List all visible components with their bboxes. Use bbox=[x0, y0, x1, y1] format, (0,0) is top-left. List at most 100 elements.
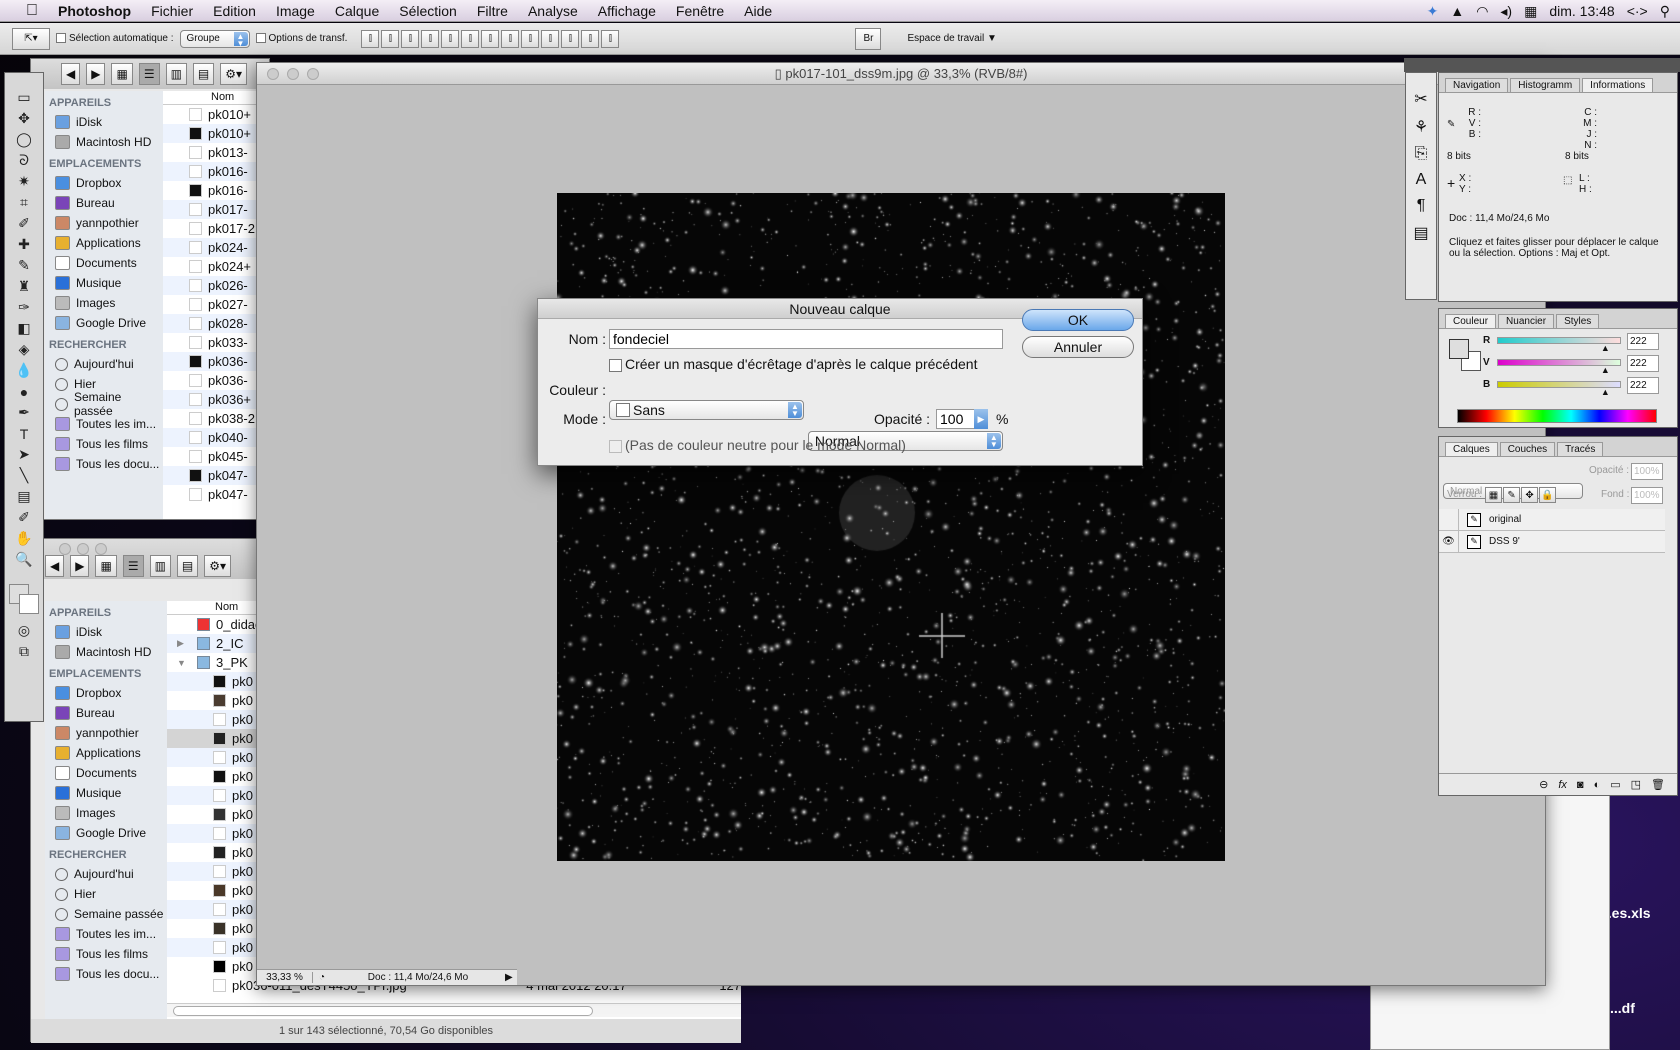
visibility-toggle[interactable] bbox=[1439, 508, 1459, 531]
file-row[interactable]: pk024+ bbox=[163, 257, 271, 276]
align-distribute-button[interactable]: ⫿ bbox=[461, 29, 480, 48]
sidebar-item[interactable]: Aujourd'hui bbox=[45, 864, 167, 884]
back-button[interactable]: ◀ bbox=[61, 63, 81, 85]
file-row[interactable]: pk040- bbox=[163, 428, 271, 447]
sidebar-item[interactable]: Images bbox=[45, 293, 163, 313]
layer-comps-icon[interactable]: ▤ bbox=[1413, 223, 1428, 243]
line-tool-icon[interactable]: ╲ bbox=[10, 465, 38, 486]
align-distribute-button[interactable]: ⫿ bbox=[581, 29, 600, 48]
sidebar-item[interactable]: Tous les films bbox=[45, 434, 163, 454]
desktop-file-pdf[interactable]: ...df bbox=[1610, 1000, 1635, 1016]
file-row[interactable]: pk017- bbox=[163, 200, 271, 219]
file-row[interactable]: pk038-2 bbox=[163, 409, 271, 428]
align-distribute-button[interactable]: ⫿ bbox=[421, 29, 440, 48]
layer-row[interactable]: 👁 ✎ DSS 9' bbox=[1439, 530, 1665, 553]
align-distribute-button[interactable]: ⫿ bbox=[381, 29, 400, 48]
menu-7[interactable]: Affichage bbox=[588, 3, 666, 19]
slider-thumb[interactable]: ▲ bbox=[1601, 365, 1610, 375]
paint-bucket-tool-icon[interactable]: ◈ bbox=[10, 339, 38, 360]
spotlight-icon[interactable]: ⚲ bbox=[1660, 3, 1670, 20]
menu-3[interactable]: Calque bbox=[325, 3, 389, 19]
eraser-tool-icon[interactable]: ◧ bbox=[10, 318, 38, 339]
menu-6[interactable]: Analyse bbox=[518, 3, 588, 19]
file-row[interactable]: pk028- bbox=[163, 314, 271, 333]
sidebar-item[interactable]: Google Drive bbox=[45, 823, 167, 843]
menu-app[interactable]: Photoshop bbox=[48, 3, 141, 19]
clock[interactable]: dim. 13:48 bbox=[1549, 3, 1614, 19]
auto-select-dropdown[interactable]: Groupe ▲ ▼ bbox=[179, 29, 250, 48]
opacity-slider-button[interactable]: ▶ bbox=[974, 409, 988, 429]
back-button[interactable]: ◀ bbox=[45, 555, 65, 577]
sidebar-item[interactable]: Aujourd'hui bbox=[45, 354, 163, 374]
sidebar-item[interactable]: Images bbox=[45, 803, 167, 823]
auto-select-checkbox[interactable]: Sélection automatique : bbox=[56, 33, 174, 44]
new-group-icon[interactable]: ▭ bbox=[1610, 778, 1620, 791]
file-row[interactable]: pk036- bbox=[163, 352, 271, 371]
panel-tab[interactable]: Informations bbox=[1582, 78, 1654, 92]
align-distribute-button[interactable]: ⫿ bbox=[441, 29, 460, 48]
sidebar-item[interactable]: yannpothier bbox=[45, 723, 167, 743]
eye-icon[interactable]: 👁 bbox=[1439, 530, 1459, 553]
sidebar-item[interactable]: Google Drive bbox=[45, 313, 163, 333]
clone-icon[interactable]: ⎘ bbox=[1415, 145, 1428, 163]
zoom-button[interactable] bbox=[307, 68, 319, 80]
column-header-name[interactable]: Nom bbox=[163, 91, 271, 105]
panel-tab[interactable]: Navigation bbox=[1445, 78, 1509, 92]
rectangle-marquee-tool-icon[interactable]: ▭ bbox=[10, 87, 38, 108]
file-row[interactable]: pk047- bbox=[163, 485, 271, 504]
sidebar-item[interactable]: yannpothier bbox=[45, 213, 163, 233]
lasso-tool-icon[interactable]: ᘐ bbox=[10, 150, 38, 171]
transform-checkbox[interactable]: Options de transf. bbox=[255, 33, 347, 44]
sidebar-item[interactable]: Toutes les im... bbox=[45, 414, 163, 434]
status-icon[interactable]: ◔ bbox=[313, 972, 331, 983]
image-canvas[interactable] bbox=[557, 193, 1225, 861]
menu-8[interactable]: Fenêtre bbox=[666, 3, 734, 19]
sidebar-item[interactable]: Tous les docu... bbox=[45, 454, 163, 474]
slider-thumb[interactable]: ▲ bbox=[1601, 387, 1610, 397]
type-tool-icon[interactable]: T bbox=[10, 423, 38, 444]
menu-9[interactable]: Aide bbox=[734, 3, 782, 19]
document-titlebar[interactable]: ▯ pk017-101_dss9m.jpg @ 33,3% (RVB/8#) bbox=[257, 63, 1545, 85]
fill-field[interactable]: 100% bbox=[1631, 487, 1663, 504]
eyedropper2-tool-icon[interactable]: ✐ bbox=[10, 507, 38, 528]
sidebar-item[interactable]: iDisk bbox=[45, 622, 167, 642]
calendar-icon[interactable]: ▦ bbox=[1524, 3, 1537, 20]
ok-button[interactable]: OK bbox=[1022, 309, 1134, 331]
path-select-tool-icon[interactable]: ➤ bbox=[10, 444, 38, 465]
dodge-tool-icon[interactable]: ● bbox=[10, 381, 38, 402]
color-dropdown[interactable]: Sans ▲ ▼ bbox=[609, 400, 804, 420]
lock-position-icon[interactable]: ✥ bbox=[1521, 487, 1538, 503]
sidebar-item[interactable]: Musique bbox=[45, 783, 167, 803]
panel-tab[interactable]: Tracés bbox=[1557, 442, 1604, 456]
stamp-tool-icon[interactable]: ♜ bbox=[10, 276, 38, 297]
sidebar-item[interactable]: Bureau bbox=[45, 193, 163, 213]
status-menu-arrow[interactable]: ▶ bbox=[505, 972, 517, 983]
coverflow-button[interactable]: ▤ bbox=[192, 63, 215, 85]
new-layer-icon[interactable]: ◳ bbox=[1631, 778, 1641, 791]
align-distribute-button[interactable]: ⫿ bbox=[521, 29, 540, 48]
name-input[interactable] bbox=[609, 329, 1003, 349]
slider-thumb[interactable]: ▲ bbox=[1601, 343, 1610, 353]
sidebar-item[interactable]: Semaine passée bbox=[45, 904, 167, 924]
panel-tab[interactable]: Calques bbox=[1445, 442, 1498, 456]
sidebar-item[interactable]: iDisk bbox=[45, 112, 163, 132]
layer-row[interactable]: ✎ original bbox=[1439, 508, 1665, 531]
file-row[interactable]: pk033- bbox=[163, 333, 271, 352]
volume-icon[interactable]: ◂) bbox=[1500, 3, 1512, 20]
horizontal-scrollbar[interactable] bbox=[167, 1003, 741, 1017]
clip-mask-checkbox[interactable]: Créer un masque d'écrêtage d'après le ca… bbox=[609, 356, 977, 372]
blur-tool-icon[interactable]: 💧 bbox=[10, 360, 38, 381]
magic-wand-tool-icon[interactable]: ✷ bbox=[10, 171, 38, 192]
layer-mask-icon[interactable]: ◙ bbox=[1577, 779, 1584, 791]
apple-icon[interactable]:  bbox=[0, 2, 48, 20]
file-row[interactable]: pk036- bbox=[163, 371, 271, 390]
sidebar-item[interactable]: Documents bbox=[45, 253, 163, 273]
eyedropper-tool-icon[interactable]: ✐ bbox=[10, 213, 38, 234]
menu-4[interactable]: Sélection bbox=[389, 3, 467, 19]
channel-value[interactable]: 222 bbox=[1627, 377, 1659, 394]
lock-all-icon[interactable]: 🔒 bbox=[1539, 487, 1556, 503]
link-layers-icon[interactable]: ⊖ bbox=[1539, 778, 1548, 791]
file-row[interactable]: pk016- bbox=[163, 162, 271, 181]
wifi-icon[interactable]: ◠ bbox=[1476, 3, 1488, 20]
sidebar-item[interactable]: Musique bbox=[45, 273, 163, 293]
